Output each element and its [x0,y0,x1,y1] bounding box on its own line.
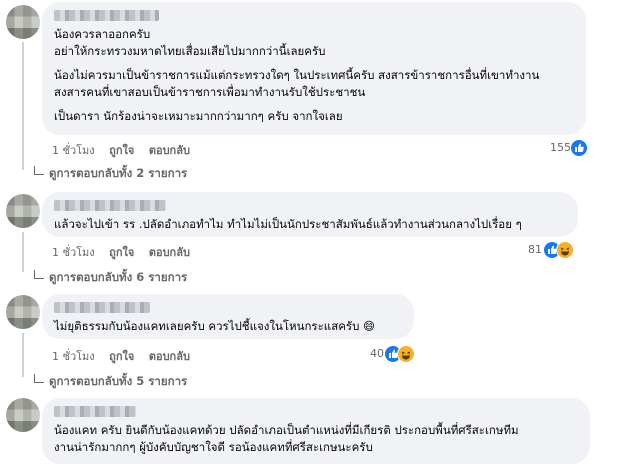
reaction-count[interactable]: 155 [550,141,571,154]
commenter-avatar[interactable] [6,295,40,329]
haha-reaction-icon[interactable] [397,345,415,363]
reply-arrow-icon [34,374,44,383]
comment-text: น้องแคท ครับ ยินดีกับน้องแคทด้วย ปลัดอำเ… [54,423,519,437]
thread-line [22,42,24,170]
comment-bubble: ไม่ยุติธรรมกับน้องแคทเลยครับ ควรไปชี้แจง… [42,294,414,339]
commenter-avatar[interactable] [6,398,40,432]
comment-actions: 1 ชั่วโมง ถูกใจ ตอบกลับ [52,141,201,159]
comment-text: สงสารคนที่เขาสอบเป็นข้าราชการเพื่อมาทำงา… [54,84,366,99]
comment-text: แล้วจะไปเข้า รร .ปลัดอำเภอทำไม ทำไมไม่เป… [54,217,522,231]
like-link[interactable]: ถูกใจ [109,246,134,259]
commenter-name-blurred[interactable] [54,406,136,417]
comment-text: น้องไม่ควรมาเป็นข้าราชการแม้แต่กระทรวงใด… [54,68,540,82]
view-replies-link[interactable]: ดูการตอบกลับทั้ง 6 รายการ [34,269,187,287]
comment-bubble: แล้วจะไปเข้า รร .ปลัดอำเภอทำไม ทำไมไม่เป… [42,192,578,237]
comment-actions: 1 ชั่วโมง ถูกใจ ตอบกลับ [52,243,201,261]
comment-timestamp[interactable]: 1 ชั่วโมง [52,246,95,259]
comment-text: น้องควรลาออกครับ [54,27,151,41]
comment-timestamp[interactable]: 1 ชั่วโมง [52,144,95,157]
reply-link[interactable]: ตอบกลับ [149,246,190,259]
comment-text: เป็นดารา นักร้องน่าจะเหมาะมากกว่ามากๆ คร… [54,109,343,123]
like-reaction-icon[interactable] [570,139,588,157]
commenter-name-blurred[interactable] [54,302,150,313]
like-link[interactable]: ถูกใจ [109,350,134,363]
comment-bubble: น้องแคท ครับ ยินดีกับน้องแคทด้วย ปลัดอำเ… [42,398,590,464]
commenter-avatar[interactable] [6,5,40,39]
comment-text: อย่าให้กระทรวงมหาดไทยเสื่อมเสียไปมากกว่า… [54,43,326,58]
commenter-name-blurred[interactable] [54,200,166,211]
view-replies-label[interactable]: ดูการตอบกลับทั้ง 6 รายการ [49,270,187,284]
reply-arrow-icon [34,166,44,175]
comment-text: งานน่ารักมากกๆ ผู้บังคับบัญชาใจดี รอน้อง… [54,439,373,454]
reaction-count[interactable]: 40 [370,347,384,360]
comment-timestamp[interactable]: 1 ชั่วโมง [52,350,95,363]
reaction-count[interactable]: 81 [528,243,542,256]
view-replies-link[interactable]: ดูการตอบกลับทั้ง 5 รายการ [34,373,187,391]
view-replies-label[interactable]: ดูการตอบกลับทั้ง 5 รายการ [49,374,187,388]
view-replies-label[interactable]: ดูการตอบกลับทั้ง 2 รายการ [49,166,187,180]
reply-link[interactable]: ตอบกลับ [149,144,190,157]
commenter-avatar[interactable] [6,194,40,228]
comment-text: ไม่ยุติธรรมกับน้องแคทเลยครับ ควรไปชี้แจง… [54,319,376,333]
comment-actions: 1 ชั่วโมง ถูกใจ ตอบกลับ [52,347,201,365]
commenter-name-blurred[interactable] [54,10,159,21]
haha-reaction-icon[interactable] [556,241,574,259]
view-replies-link[interactable]: ดูการตอบกลับทั้ง 2 รายการ [34,165,187,183]
like-link[interactable]: ถูกใจ [109,144,134,157]
reply-link[interactable]: ตอบกลับ [149,350,190,363]
thread-line [22,333,24,377]
reply-arrow-icon [34,270,44,279]
comment-bubble: น้องควรลาออกครับ อย่าให้กระทรวงมหาดไทยเส… [42,2,586,135]
thread-line [22,232,24,272]
